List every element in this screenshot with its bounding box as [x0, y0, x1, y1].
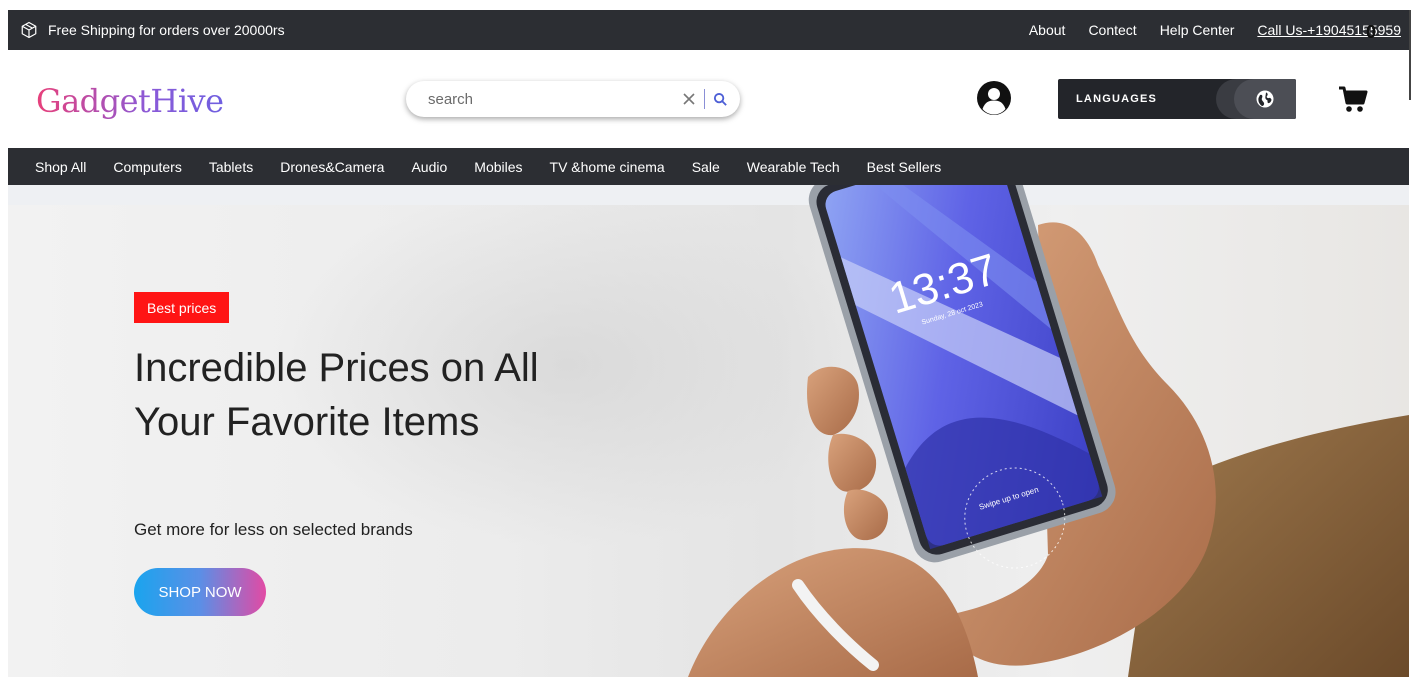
about-link[interactable]: About: [1029, 22, 1066, 38]
cart-count: 0: [1366, 22, 1377, 42]
call-us-link[interactable]: Call Us-+19045155959: [1257, 22, 1401, 38]
nav-item-shop-all[interactable]: Shop All: [35, 159, 86, 175]
top-bar: Free Shipping for orders over 20000rs Ab…: [8, 10, 1409, 50]
hero-banner: 13:37 Sunday, 28 oct 2023 Swipe up to op…: [8, 185, 1409, 677]
nav-item-computers[interactable]: Computers: [113, 159, 181, 175]
nav-item-best-sellers[interactable]: Best Sellers: [867, 159, 942, 175]
nav-item-mobiles[interactable]: Mobiles: [474, 159, 522, 175]
nav-item-sale[interactable]: Sale: [692, 159, 720, 175]
shop-now-button[interactable]: SHOP NOW: [134, 568, 266, 616]
package-icon: [21, 21, 37, 39]
nav-item-tablets[interactable]: Tablets: [209, 159, 253, 175]
user-icon[interactable]: [976, 80, 1012, 116]
category-nav: Shop All Computers Tablets Drones&Camera…: [8, 148, 1409, 185]
nav-item-tv-home-cinema[interactable]: TV &home cinema: [550, 159, 665, 175]
hero-phone-image: 13:37 Sunday, 28 oct 2023 Swipe up to op…: [688, 185, 1409, 677]
hero-headline: Incredible Prices on All Your Favorite I…: [134, 346, 539, 444]
globe-icon: [1256, 90, 1274, 108]
clear-search-button[interactable]: [682, 92, 696, 106]
nav-item-drones-camera[interactable]: Drones&Camera: [280, 159, 384, 175]
shipping-notice: Free Shipping for orders over 20000rs: [20, 21, 285, 39]
top-links: About Contect Help Center Call Us-+19045…: [1006, 22, 1401, 38]
hero-subtext: Get more for less on selected brands: [134, 520, 413, 539]
contact-link[interactable]: Contect: [1088, 22, 1136, 38]
help-center-link[interactable]: Help Center: [1160, 22, 1235, 38]
shipping-text: Free Shipping for orders over 20000rs: [48, 22, 285, 38]
search-divider: [704, 89, 705, 109]
nav-item-wearable-tech[interactable]: Wearable Tech: [747, 159, 840, 175]
site-logo[interactable]: GadgetHive: [36, 82, 224, 120]
nav-item-audio[interactable]: Audio: [411, 159, 447, 175]
header: GadgetHive LANGUAGES: [8, 50, 1409, 148]
best-prices-badge: Best prices: [134, 292, 230, 323]
cart-icon[interactable]: [1338, 86, 1368, 114]
languages-label: LANGUAGES: [1076, 93, 1158, 105]
search-icon: [713, 92, 727, 106]
search-bar: [406, 81, 740, 117]
close-icon: [683, 93, 695, 105]
search-button[interactable]: [713, 92, 728, 107]
languages-selector[interactable]: LANGUAGES: [1058, 79, 1296, 119]
scrollbar[interactable]: [1409, 10, 1411, 100]
search-input[interactable]: [426, 89, 670, 109]
